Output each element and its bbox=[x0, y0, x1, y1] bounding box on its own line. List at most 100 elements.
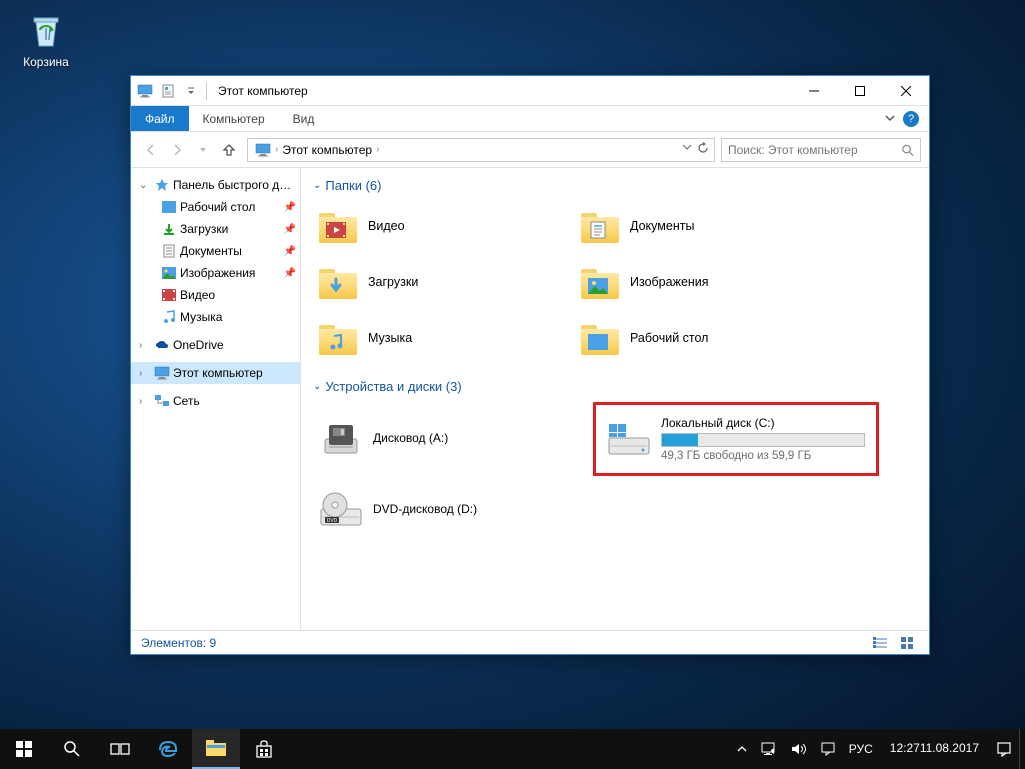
store-button[interactable] bbox=[240, 729, 288, 769]
tree-documents[interactable]: Документы 📌 bbox=[131, 240, 300, 262]
navigation-pane: ⌄ Панель быстрого доступа Рабочий стол 📌… bbox=[131, 168, 301, 630]
tree-label: Музыка bbox=[180, 310, 296, 324]
minimize-button[interactable] bbox=[791, 76, 837, 106]
recycle-bin-icon bbox=[24, 8, 68, 52]
tree-label: OneDrive bbox=[173, 338, 296, 352]
view-tiles-button[interactable] bbox=[897, 634, 919, 652]
tree-pictures[interactable]: Изображения 📌 bbox=[131, 262, 300, 284]
tray-clock[interactable]: 12:27 11.08.2017 bbox=[880, 729, 989, 769]
start-button[interactable] bbox=[0, 729, 48, 769]
explorer-button[interactable] bbox=[192, 729, 240, 769]
tray-volume-icon[interactable] bbox=[784, 729, 814, 769]
statusbar: Элементов: 9 bbox=[131, 630, 929, 654]
folder-documents[interactable]: Документы bbox=[575, 201, 827, 251]
folder-pictures[interactable]: Изображения bbox=[575, 257, 827, 307]
chevron-right-icon[interactable]: › bbox=[139, 340, 151, 351]
folder-downloads[interactable]: Загрузки bbox=[313, 257, 565, 307]
chevron-down-icon: ⌄ bbox=[313, 180, 321, 191]
content-pane: ⌄ Папки (6) Видео Документы Загрузки bbox=[301, 168, 929, 630]
tray-chevron-icon[interactable] bbox=[730, 729, 754, 769]
documents-icon bbox=[161, 243, 177, 259]
capacity-bar bbox=[661, 433, 865, 447]
pin-icon: 📌 bbox=[284, 246, 296, 257]
tab-computer[interactable]: Компьютер bbox=[189, 106, 279, 131]
window-icon[interactable] bbox=[135, 81, 155, 101]
pin-icon: 📌 bbox=[284, 202, 296, 213]
qat-properties-icon[interactable] bbox=[158, 81, 178, 101]
dvd-icon: DVD bbox=[319, 488, 363, 532]
tree-this-pc[interactable]: › Этот компьютер bbox=[131, 362, 300, 384]
chevron-down-icon: ⌄ bbox=[313, 381, 321, 392]
breadcrumb-pc[interactable]: › Этот компьютер › bbox=[252, 143, 382, 157]
drive-local-c[interactable]: Локальный диск (C:) 49,3 ГБ свободно из … bbox=[601, 410, 871, 468]
up-button[interactable] bbox=[217, 138, 241, 162]
refresh-icon[interactable] bbox=[696, 141, 710, 158]
chevron-right-icon[interactable]: › bbox=[139, 396, 151, 407]
recycle-bin[interactable]: Корзина bbox=[16, 8, 76, 69]
recent-dropdown[interactable] bbox=[191, 138, 215, 162]
view-details-button[interactable] bbox=[869, 634, 891, 652]
folder-desktop[interactable]: Рабочий стол bbox=[575, 313, 827, 363]
statusbar-text: Элементов: 9 bbox=[141, 636, 216, 650]
tree-desktop[interactable]: Рабочий стол 📌 bbox=[131, 196, 300, 218]
tree-music[interactable]: Музыка bbox=[131, 306, 300, 328]
tree-label: Сеть bbox=[173, 394, 296, 408]
recycle-bin-label: Корзина bbox=[16, 55, 76, 69]
tree-label: Загрузки bbox=[180, 222, 281, 236]
highlight-annotation: Локальный диск (C:) 49,3 ГБ свободно из … bbox=[593, 402, 879, 476]
section-drives-header[interactable]: ⌄ Устройства и диски (3) bbox=[313, 379, 917, 394]
tree-downloads[interactable]: Загрузки 📌 bbox=[131, 218, 300, 240]
maximize-button[interactable] bbox=[837, 76, 883, 106]
address-row: › Этот компьютер › bbox=[131, 132, 929, 168]
section-folders-header[interactable]: ⌄ Папки (6) bbox=[313, 178, 917, 193]
taskview-button[interactable] bbox=[96, 729, 144, 769]
tray-notifications-icon[interactable] bbox=[989, 729, 1019, 769]
item-label: Видео bbox=[368, 219, 405, 233]
item-label: Документы bbox=[630, 219, 694, 233]
item-label: Локальный диск (C:) bbox=[661, 416, 865, 430]
search-button[interactable] bbox=[48, 729, 96, 769]
tree-videos[interactable]: Видео bbox=[131, 284, 300, 306]
tree-quick-access[interactable]: ⌄ Панель быстрого доступа bbox=[131, 174, 300, 196]
tray-network-icon[interactable] bbox=[754, 729, 784, 769]
tray-language[interactable]: РУС bbox=[842, 729, 880, 769]
address-bar[interactable]: › Этот компьютер › bbox=[247, 138, 715, 162]
folder-music[interactable]: Музыка bbox=[313, 313, 565, 363]
drive-dvd[interactable]: DVD DVD-дисковод (D:) bbox=[313, 482, 583, 538]
drive-floppy[interactable]: Дисковод (A:) bbox=[313, 402, 583, 476]
tab-view[interactable]: Вид bbox=[279, 106, 329, 131]
search-icon bbox=[901, 143, 914, 157]
search-box[interactable] bbox=[721, 138, 921, 162]
chevron-down-icon[interactable]: ⌄ bbox=[139, 180, 151, 191]
address-dropdown-icon[interactable] bbox=[682, 141, 692, 158]
close-button[interactable] bbox=[883, 76, 929, 106]
desktop-icon bbox=[161, 199, 177, 215]
forward-button[interactable] bbox=[165, 138, 189, 162]
item-label: Музыка bbox=[368, 331, 412, 345]
taskbar: РУС 12:27 11.08.2017 bbox=[0, 729, 1025, 769]
pictures-icon bbox=[161, 265, 177, 281]
help-icon[interactable]: ? bbox=[903, 111, 919, 127]
edge-button[interactable] bbox=[144, 729, 192, 769]
hdd-icon bbox=[607, 417, 651, 461]
tab-file[interactable]: Файл bbox=[131, 106, 189, 131]
tree-onedrive[interactable]: › OneDrive bbox=[131, 334, 300, 356]
item-label: DVD-дисковод (D:) bbox=[373, 502, 577, 516]
tree-label: Изображения bbox=[180, 266, 281, 280]
back-button[interactable] bbox=[139, 138, 163, 162]
show-desktop[interactable] bbox=[1019, 729, 1025, 769]
folder-videos[interactable]: Видео bbox=[313, 201, 565, 251]
window-title: Этот компьютер bbox=[218, 84, 308, 98]
item-label: Загрузки bbox=[368, 275, 418, 289]
tree-network[interactable]: › Сеть bbox=[131, 390, 300, 412]
tree-label: Видео bbox=[180, 288, 296, 302]
ribbon-expand-icon[interactable] bbox=[885, 110, 895, 128]
tree-label: Документы bbox=[180, 244, 281, 258]
chevron-right-icon[interactable]: › bbox=[139, 368, 151, 379]
tree-label: Рабочий стол bbox=[180, 200, 281, 214]
tray-tooltip-icon[interactable] bbox=[814, 729, 842, 769]
item-label: Дисковод (A:) bbox=[373, 431, 577, 445]
search-input[interactable] bbox=[728, 143, 901, 157]
breadcrumb-label: Этот компьютер bbox=[282, 143, 372, 157]
qat-dropdown-icon[interactable] bbox=[181, 81, 201, 101]
